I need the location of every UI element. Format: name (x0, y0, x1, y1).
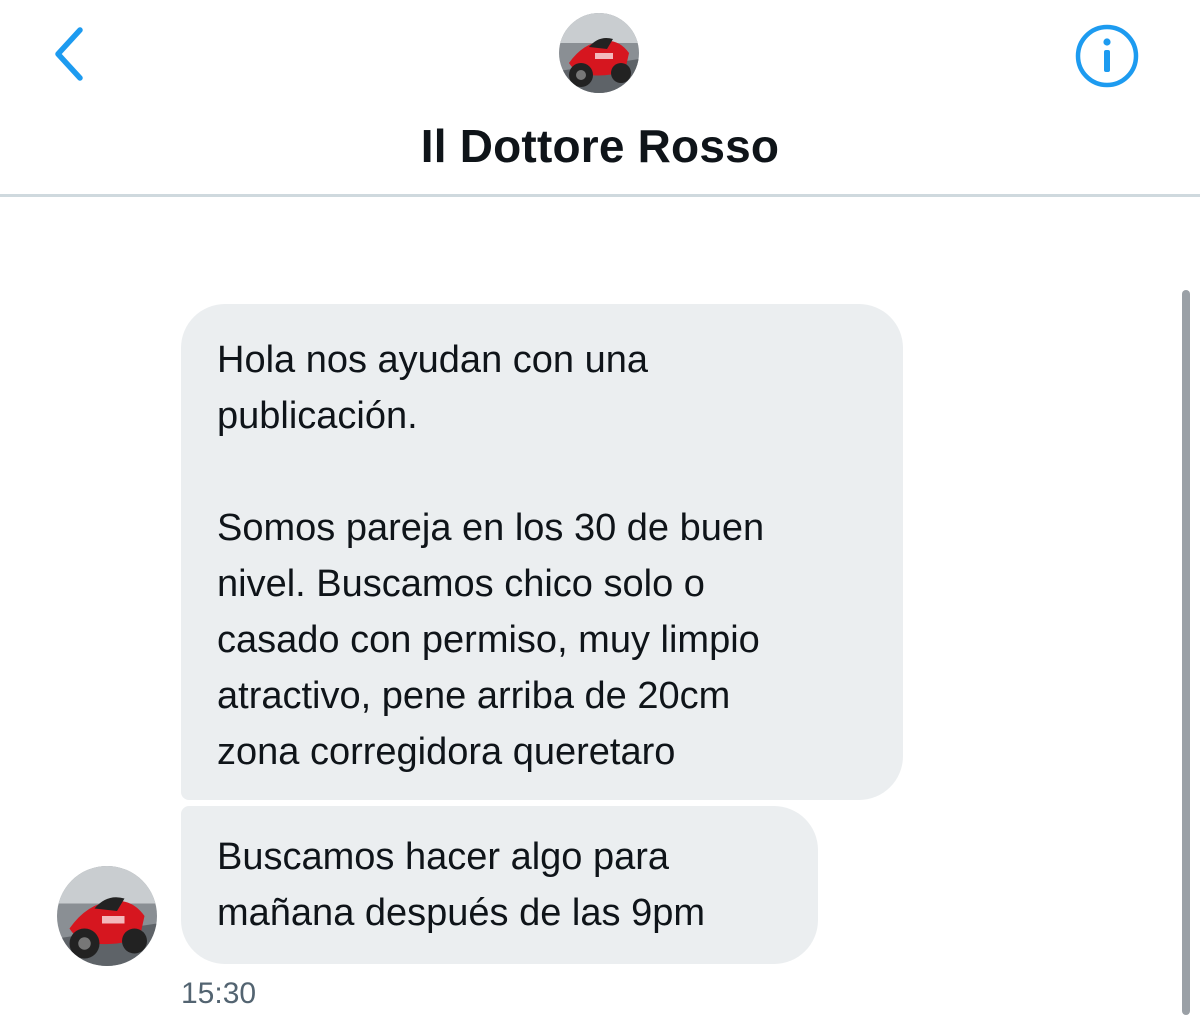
message-text-line: Somos pareja en los 30 de buen (217, 507, 765, 549)
message-text-line: nivel. Buscamos chico solo o (217, 563, 705, 605)
back-button[interactable] (44, 22, 104, 86)
message-text-line: publicación. (217, 395, 418, 437)
message-bubble[interactable]: Hola nos ayudan con una publicación. Som… (181, 304, 903, 800)
message-text-line: casado con permiso, muy limpio (217, 619, 760, 661)
info-circle-icon (1075, 24, 1139, 88)
message-text-line: Buscamos hacer algo para (217, 836, 670, 878)
contact-avatar[interactable] (559, 13, 639, 93)
conversation-header: Il Dottore Rosso (0, 0, 1200, 197)
message-text-line: zona corregidora queretaro (217, 731, 676, 773)
conversation-info-button[interactable] (1074, 23, 1140, 89)
message-timestamp: 15:30 (181, 977, 257, 1010)
conversation-title[interactable]: Il Dottore Rosso (0, 118, 1200, 174)
message-text-line: atractivo, pene arriba de 20cm (217, 675, 731, 717)
dm-conversation-screen: Il Dottore Rosso Hola nos ayudan con una… (0, 0, 1200, 1015)
motorcycle-photo-icon (57, 866, 157, 966)
scrollbar[interactable] (1182, 290, 1190, 1015)
message-text-line: Hola nos ayudan con una (217, 339, 648, 381)
sender-avatar[interactable] (57, 866, 157, 966)
message-bubble[interactable]: Buscamos hacer algo para mañana después … (181, 806, 818, 964)
motorcycle-photo-icon (559, 13, 639, 93)
chevron-left-icon (55, 27, 83, 81)
message-text-line: mañana después de las 9pm (217, 892, 705, 934)
